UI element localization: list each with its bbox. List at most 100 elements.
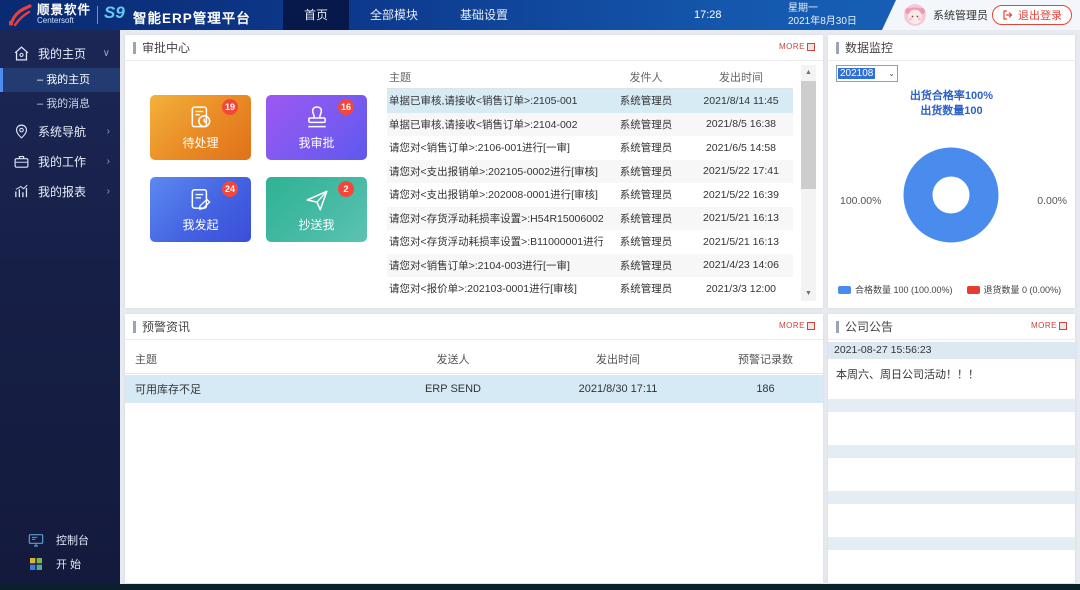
- approval-row[interactable]: 请您对<销售订单>:2104-003进行[一审]系统管理员2021/4/23 1…: [387, 254, 793, 278]
- user-name: 系统管理员: [933, 7, 988, 23]
- approval-sender: 系统管理员: [603, 211, 689, 226]
- top-navigation: 首页 全部模块 基础设置: [283, 0, 529, 30]
- tile-my-approvals[interactable]: 16 我审批: [266, 95, 367, 160]
- legend-swatch-blue: [838, 286, 851, 294]
- period-select[interactable]: 202108 ⌄: [836, 65, 898, 82]
- approval-row[interactable]: 请您对<销售订单>:2106-001进行[一审]系统管理员2021/6/5 14…: [387, 136, 793, 160]
- approval-time: 2021/5/21 16:13: [689, 236, 793, 248]
- shipment-qty-text: 出货数量100: [828, 102, 1075, 118]
- sidebar-footer: 控制台 开 始: [0, 528, 120, 576]
- doc-edit-icon: [188, 187, 214, 213]
- select-chevron-icon: ⌄: [888, 69, 895, 78]
- panel-title: 预警资讯: [142, 318, 190, 335]
- sidebar-group-my-reports[interactable]: 我的报表 ›: [0, 176, 120, 206]
- tile-cc-to-me[interactable]: 2 抄送我: [266, 177, 367, 242]
- clock-time: 17:28: [694, 9, 722, 21]
- scrollbar-thumb[interactable]: [801, 81, 816, 189]
- sidebar-item-my-home[interactable]: – 我的主页: [0, 68, 120, 92]
- alert-sender: ERP SEND: [378, 383, 528, 395]
- sidebar-group-label: 系统导航: [38, 123, 86, 140]
- nav-tab-basic-settings[interactable]: 基础设置: [439, 0, 529, 30]
- product-title: 智能ERP管理平台: [133, 7, 251, 27]
- approval-row[interactable]: 单据已审核,请接收<销售订单>:2104-002系统管理员2021/8/5 16…: [387, 113, 793, 137]
- alert-row[interactable]: 可用库存不足ERP SEND2021/8/30 17:11186: [125, 375, 823, 403]
- approval-more-button[interactable]: MORE: [779, 42, 815, 51]
- bottom-edge-bar: [0, 584, 1080, 590]
- user-avatar[interactable]: [904, 4, 926, 26]
- sidebar-item-my-messages[interactable]: – 我的消息: [0, 92, 120, 116]
- clock-fulldate: 2021年8月30日: [788, 15, 857, 28]
- tile-pending[interactable]: 19 待处理: [150, 95, 251, 160]
- approval-subject: 请您对<销售订单>:2104-003进行[一审]: [387, 258, 603, 273]
- scroll-down-arrow[interactable]: ▼: [801, 286, 816, 301]
- tile-label: 我审批: [298, 134, 334, 151]
- announcement-empty-row: [828, 491, 1075, 537]
- legend-returned[interactable]: 退货数量 0 (0.00%): [967, 283, 1062, 296]
- approval-table-body: 单据已审核,请接收<销售订单>:2105-001系统管理员2021/8/14 1…: [387, 89, 793, 301]
- approval-row[interactable]: 单据已审核,请接收<销售订单>:2105-001系统管理员2021/8/14 1…: [387, 89, 793, 113]
- approval-sender: 系统管理员: [603, 117, 689, 132]
- console-button[interactable]: 控制台: [0, 528, 120, 552]
- chevron-right-icon: ›: [107, 186, 110, 197]
- approval-time: 2021/3/3 12:00: [689, 283, 793, 295]
- sidebar-group-label: 我的工作: [38, 153, 86, 170]
- approval-time: 2021/5/22 17:41: [689, 165, 793, 177]
- navigation-icon: [13, 123, 30, 140]
- tile-label: 我发起: [182, 216, 218, 233]
- sidebar-group-system-nav[interactable]: 系统导航 ›: [0, 116, 120, 146]
- company-logo-icon: [7, 3, 33, 27]
- returned-percent-label: 0.00%: [1037, 195, 1067, 207]
- console-label: 控制台: [56, 532, 89, 548]
- nav-tab-all-modules[interactable]: 全部模块: [349, 0, 439, 30]
- alerts-more-button[interactable]: MORE: [779, 321, 815, 330]
- approval-row[interactable]: 请您对<报价单>:202103-0001进行[审核]系统管理员2021/3/3 …: [387, 277, 793, 301]
- approval-time: 2021/4/23 14:06: [689, 259, 793, 271]
- panel-title: 数据监控: [845, 39, 893, 56]
- col-alert-record-count: 预警记录数: [708, 351, 823, 367]
- alerts-table-header: 主题 发送人 发出时间 预警记录数: [125, 344, 823, 374]
- announcement-empty-rows: [828, 399, 1075, 583]
- more-icon: [807, 322, 815, 330]
- sidebar-item-label: 我的消息: [46, 98, 90, 110]
- approval-table-header: 主题 发件人 发出时间: [387, 65, 793, 89]
- approval-row[interactable]: 请您对<存货浮动耗损率设置>:H54R15006002进行[审核]系统管理员20…: [387, 207, 793, 231]
- topbar-user-area: 系统管理员 退出登录: [882, 0, 1080, 30]
- approval-tiles: 19 待处理 16 我审批 24: [150, 95, 368, 242]
- nav-tab-home[interactable]: 首页: [283, 0, 349, 30]
- monitor-panel-header: 数据监控: [828, 35, 1075, 61]
- approval-row[interactable]: 请您对<存货浮动耗损率设置>:B11000001进行[审核]系统管理员2021/…: [387, 230, 793, 254]
- approval-sender: 系统管理员: [603, 93, 689, 108]
- bullet: –: [37, 74, 43, 86]
- logout-button[interactable]: 退出登录: [992, 5, 1072, 25]
- start-button[interactable]: 开 始: [0, 552, 120, 576]
- announcement-empty-row: [828, 445, 1075, 491]
- data-monitor-panel: 数据监控 202108 ⌄ 出货合格率100% 出货数量100 100.00% …: [828, 35, 1075, 308]
- announcements-panel-header: 公司公告 MORE: [828, 314, 1075, 340]
- console-monitor-icon: [28, 532, 44, 548]
- title-accent-bar: [836, 321, 839, 333]
- approval-subject: 请您对<存货浮动耗损率设置>:B11000001进行[审核]: [387, 234, 603, 249]
- report-chart-icon: [13, 183, 30, 200]
- col-sent-time: 发出时间: [528, 351, 708, 367]
- alerts-table-body: 可用库存不足ERP SEND2021/8/30 17:11186: [125, 375, 823, 403]
- announcement-empty-row: [828, 399, 1075, 445]
- scroll-up-arrow[interactable]: ▲: [801, 65, 816, 80]
- announcements-more-button[interactable]: MORE: [1031, 321, 1067, 330]
- legend-swatch-red: [967, 286, 980, 294]
- sidebar-group-my-work[interactable]: 我的工作 ›: [0, 146, 120, 176]
- paper-plane-icon: [304, 187, 330, 213]
- chart-legend: 合格数量 100 (100.00%) 退货数量 0 (0.00%): [838, 283, 1061, 296]
- announcement-text[interactable]: 本周六、周日公司活动！！！: [828, 359, 1075, 399]
- legend-qualified[interactable]: 合格数量 100 (100.00%): [838, 283, 953, 296]
- title-accent-bar: [836, 42, 839, 54]
- sidebar-group-my-home[interactable]: 我的主页 ∨: [0, 38, 120, 68]
- tile-label: 待处理: [182, 134, 218, 151]
- approval-subject: 单据已审核,请接收<销售订单>:2104-002: [387, 117, 603, 132]
- approval-row[interactable]: 请您对<支出报销单>:202105-0002进行[审核]系统管理员2021/5/…: [387, 160, 793, 184]
- approval-row[interactable]: 请您对<支出报销单>:202008-0001进行[审核]系统管理员2021/5/…: [387, 183, 793, 207]
- start-grid-icon: [28, 556, 44, 572]
- approval-scrollbar[interactable]: ▲ ▼: [801, 65, 816, 301]
- announcement-date[interactable]: 2021-08-27 15:56:23: [828, 342, 1075, 359]
- col-sender: 发件人: [603, 69, 689, 85]
- tile-initiated-by-me[interactable]: 24 我发起: [150, 177, 251, 242]
